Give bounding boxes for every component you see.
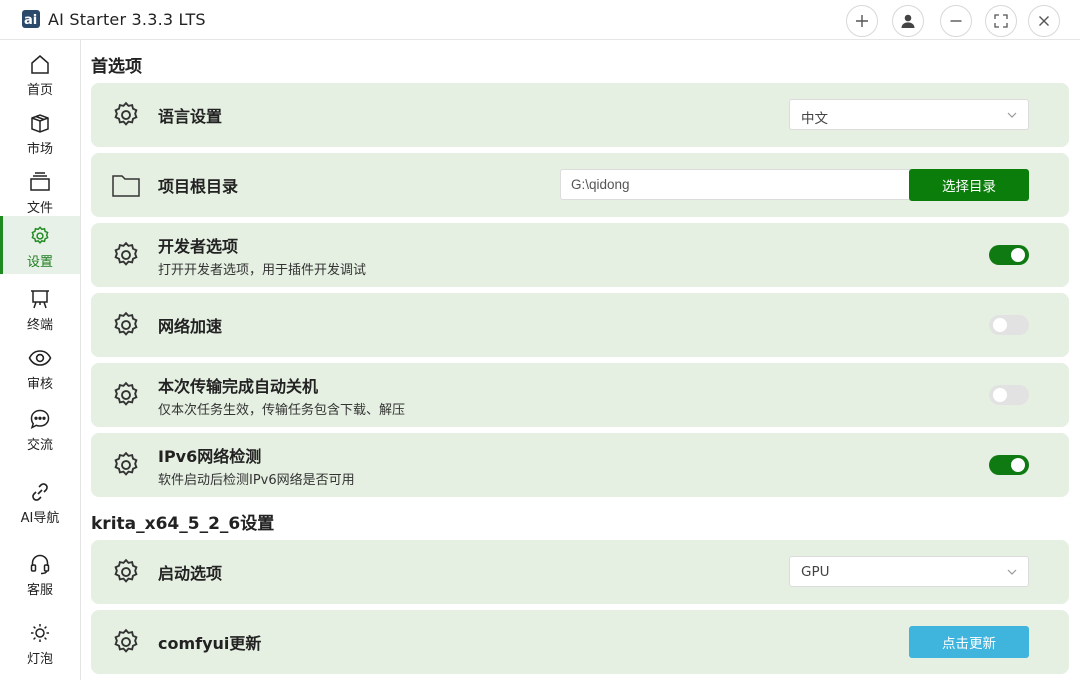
chevron-down-icon (1007, 569, 1017, 575)
toggle-knob (1011, 458, 1025, 472)
setting-description: 软件启动后检测IPv6网络是否可用 (158, 473, 355, 488)
gear-icon (114, 628, 138, 653)
svg-text:ai: ai (24, 13, 37, 28)
setting-title: 语言设置 (158, 107, 223, 126)
select-value: 中文 (801, 111, 828, 127)
comfyui-update-button[interactable]: 点击更新 (909, 626, 1029, 658)
fullscreen-button[interactable] (985, 5, 1017, 37)
app-logo-icon: ai (22, 10, 40, 28)
setting-title: 开发者选项 (158, 237, 239, 256)
sidebar-item-ai-nav[interactable]: AI导航 (0, 472, 80, 530)
choose-directory-button[interactable]: 选择目录 (909, 169, 1029, 201)
sun-icon (28, 621, 52, 645)
sidebar-item-label: 市场 (26, 142, 53, 157)
setting-title: 启动选项 (158, 564, 223, 583)
setting-title: 网络加速 (158, 317, 223, 336)
launch-option-select[interactable]: GPU (789, 556, 1029, 587)
add-button[interactable] (846, 5, 878, 37)
minimize-icon (950, 20, 962, 22)
setting-title: IPv6网络检测 (158, 447, 262, 466)
close-button[interactable] (1028, 5, 1060, 37)
sidebar-item-review[interactable]: 审核 (0, 338, 80, 396)
minimize-button[interactable] (940, 5, 972, 37)
setting-title: 本次传输完成自动关机 (158, 377, 319, 396)
fullscreen-icon (994, 14, 1008, 28)
sidebar-item-label: 灯泡 (26, 652, 53, 667)
gear-icon (114, 311, 138, 336)
setting-description: 仅本次任务生效，传输任务包含下载、解压 (158, 403, 406, 418)
gear-icon (114, 558, 138, 583)
package-icon (28, 111, 52, 135)
sidebar-item-support[interactable]: 客服 (0, 544, 80, 602)
settings-content: 首选项 语言设置 中文 项目根目录 选择目录 开发者选项 打开开发者选项，用于插… (81, 40, 1080, 680)
title-bar: ai AI Starter 3.3.3 LTS (0, 0, 1080, 40)
sidebar-item-label: 首页 (26, 83, 53, 98)
language-setting-card: 语言设置 中文 (91, 83, 1069, 147)
chat-icon (28, 407, 52, 431)
user-icon (901, 14, 915, 28)
gear-icon (114, 101, 138, 126)
auto-shutdown-setting-card: 本次传输完成自动关机 仅本次任务生效，传输任务包含下载、解压 (91, 363, 1069, 427)
auto-shutdown-toggle[interactable] (989, 385, 1029, 405)
app-title: AI Starter 3.3.3 LTS (48, 10, 206, 29)
sidebar-item-market[interactable]: 市场 (0, 103, 80, 161)
section-title-preferences: 首选项 (91, 57, 142, 77)
gear-icon (114, 241, 138, 266)
developer-toggle[interactable] (989, 245, 1029, 265)
sidebar-item-bulb[interactable]: 灯泡 (0, 613, 80, 671)
network-boost-toggle[interactable] (989, 315, 1029, 335)
developer-setting-card: 开发者选项 打开开发者选项，用于插件开发调试 (91, 223, 1069, 287)
headset-icon (28, 552, 52, 576)
add-icon (856, 15, 868, 27)
sidebar-item-settings[interactable]: 设置 (0, 216, 80, 274)
eye-icon (28, 346, 52, 370)
network-boost-setting-card: 网络加速 (91, 293, 1069, 357)
gear-icon (114, 381, 138, 406)
ipv6-setting-card: IPv6网络检测 软件启动后检测IPv6网络是否可用 (91, 433, 1069, 497)
sidebar-item-label: 审核 (26, 377, 53, 392)
sidebar-item-label: 文件 (26, 201, 53, 216)
sidebar-item-label: 终端 (26, 318, 53, 333)
launch-option-setting-card: 启动选项 GPU (91, 540, 1069, 604)
close-icon (1039, 16, 1049, 26)
sidebar-item-label: 客服 (26, 583, 53, 598)
sidebar-item-home[interactable]: 首页 (0, 44, 80, 102)
sidebar-item-label: 设置 (26, 255, 53, 270)
gear-icon (28, 224, 52, 248)
terminal-icon (28, 287, 52, 311)
sidebar-item-files[interactable]: 文件 (0, 162, 80, 220)
sidebar-item-label: AI导航 (20, 511, 60, 526)
language-select[interactable]: 中文 (789, 99, 1029, 130)
home-icon (28, 52, 52, 76)
toggle-knob (993, 318, 1007, 332)
setting-title: 项目根目录 (158, 177, 239, 196)
root-dir-setting-card: 项目根目录 选择目录 (91, 153, 1069, 217)
comfyui-update-setting-card: comfyui更新 点击更新 (91, 610, 1069, 674)
folder-icon (112, 175, 140, 197)
section-title-app-settings: krita_x64_5_2_6设置 (91, 514, 275, 534)
sidebar-item-chat[interactable]: 交流 (0, 399, 80, 457)
toggle-knob (993, 388, 1007, 402)
user-button[interactable] (892, 5, 924, 37)
gear-icon (114, 451, 138, 476)
sidebar: 首页 市场 文件 设置 终端 审核 交流 AI导航 客服 灯泡 (0, 40, 81, 680)
setting-description: 打开开发者选项，用于插件开发调试 (158, 263, 367, 278)
setting-title: comfyui更新 (158, 634, 262, 653)
link-icon (28, 480, 52, 504)
toggle-knob (1011, 248, 1025, 262)
sidebar-item-label: 交流 (26, 438, 53, 453)
root-dir-input[interactable] (560, 169, 920, 200)
sidebar-item-terminal[interactable]: 终端 (0, 279, 80, 337)
select-value: GPU (801, 564, 830, 580)
ipv6-toggle[interactable] (989, 455, 1029, 475)
files-icon (28, 170, 52, 194)
chevron-down-icon (1007, 112, 1017, 118)
